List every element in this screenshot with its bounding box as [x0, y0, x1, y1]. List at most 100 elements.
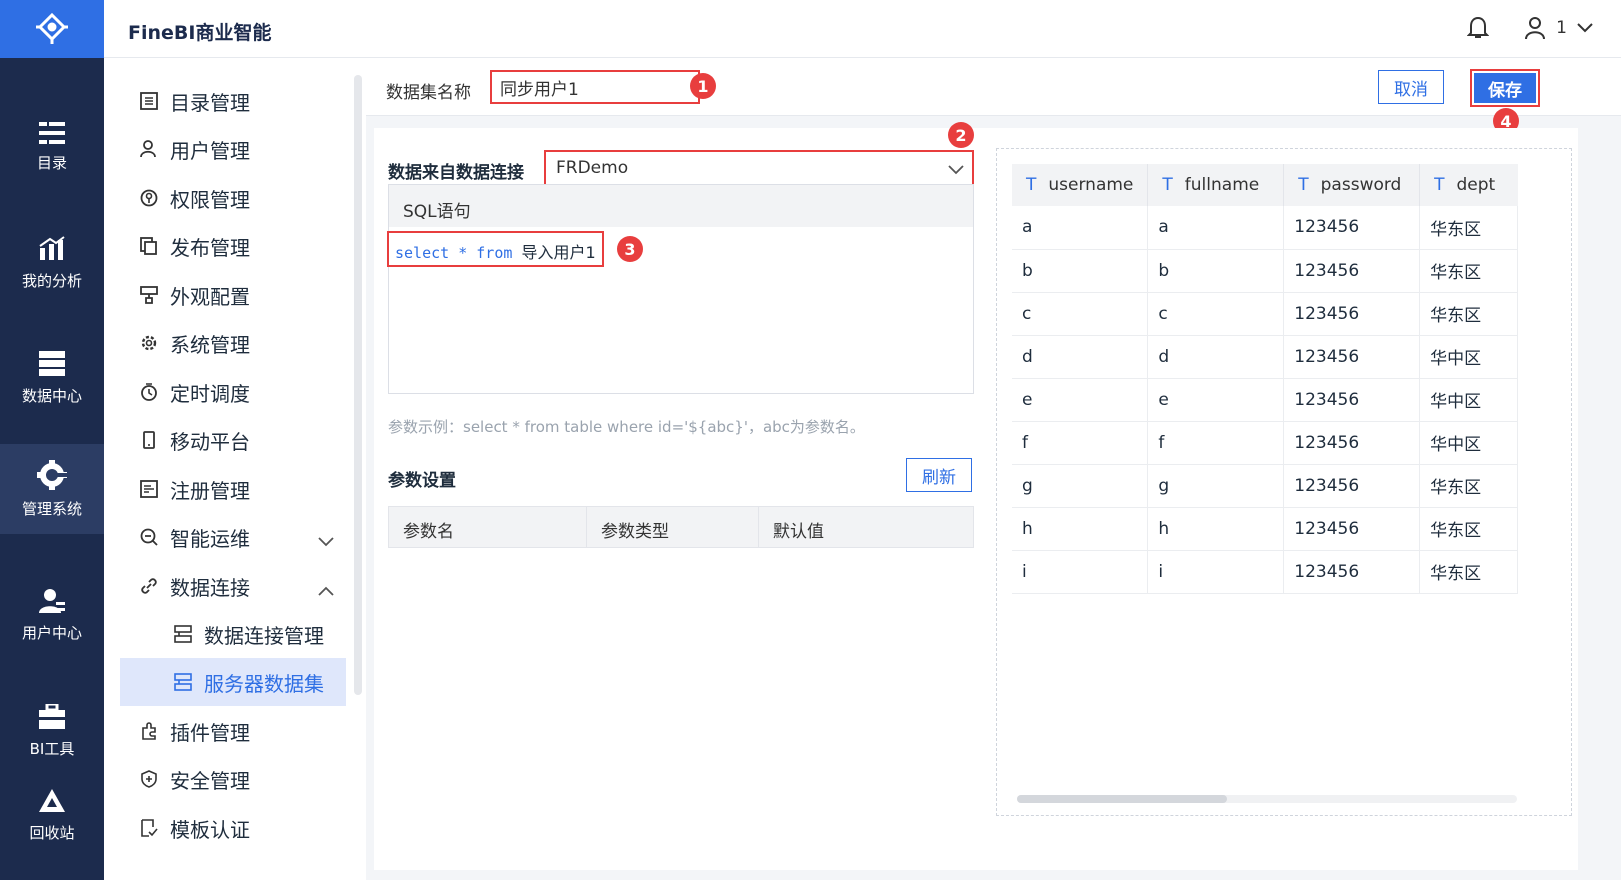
menu-label: 插件管理 — [170, 720, 250, 745]
user-icon — [1525, 17, 1546, 40]
publish-icon — [138, 235, 160, 257]
dataset-name-input[interactable] — [490, 70, 700, 104]
user-name: 1 — [1556, 18, 1567, 38]
user-menu[interactable]: 1 — [1524, 16, 1593, 40]
analysis-chart-icon — [39, 235, 65, 260]
menu-label: 发布管理 — [170, 235, 250, 260]
rail-item-catalog[interactable]: 目录 — [0, 102, 104, 192]
save-button[interactable]: 保存 — [1474, 73, 1536, 103]
mobile-icon — [138, 429, 160, 451]
recycle-icon — [39, 788, 65, 812]
refresh-button[interactable]: 刷新 — [906, 458, 972, 492]
sql-statement[interactable]: select * from 导入用户1 — [387, 231, 604, 267]
rail-item-recycle-bin[interactable]: 回收站 — [0, 770, 104, 860]
management-menu: 目录管理 用户管理 权限管理 发布管理 外观配置 系统管理 定时调度 移动平台 — [104, 58, 354, 880]
table-cell: 华东区 — [1419, 464, 1518, 508]
menu-item-server-dataset[interactable]: 服务器数据集 — [120, 658, 346, 706]
table-cell: d — [1147, 335, 1285, 379]
table-cell: c — [1147, 292, 1285, 336]
chevron-up-icon — [318, 577, 334, 601]
nav-rail: 目录 我的分析 数据中心 管理系统 用户中心 BI工具 回收站 — [0, 0, 104, 880]
table-cell: e — [1012, 378, 1149, 422]
table-cell: b — [1012, 249, 1149, 293]
table-row: g g 123456 华东区 — [1012, 464, 1518, 508]
text-type-icon: T — [1434, 175, 1445, 195]
table-cell: a — [1147, 206, 1285, 250]
menu-item-system[interactable]: 系统管理 — [120, 320, 346, 366]
table-cell: 123456 — [1283, 335, 1421, 379]
sql-keyword-from: from — [476, 244, 513, 262]
table-cell: 华中区 — [1419, 378, 1518, 422]
table-cell: 华中区 — [1419, 335, 1518, 379]
rail-item-bi-tools[interactable]: BI工具 — [0, 686, 104, 776]
menu-item-catalog[interactable]: 目录管理 — [120, 78, 346, 124]
rail-item-user-center[interactable]: 用户中心 — [0, 570, 104, 660]
sql-config-panel: 数据来自数据连接 FRDemo 2 SQL语句 select * from 导入… — [374, 122, 984, 870]
callout-badge-3: 3 — [617, 236, 643, 262]
table-cell: 123456 — [1283, 249, 1421, 293]
chevron-down-icon — [1577, 23, 1593, 33]
menu-scrollbar[interactable] — [354, 75, 362, 695]
notification-bell-icon[interactable] — [1466, 16, 1490, 45]
menu-item-users[interactable]: 用户管理 — [120, 126, 346, 172]
menu-item-connection-manage[interactable]: 数据连接管理 — [120, 611, 346, 657]
table-cell: 123456 — [1283, 550, 1421, 594]
table-cell: 123456 — [1283, 464, 1421, 508]
column-header[interactable]: Tpassword — [1283, 164, 1421, 206]
table-row: h h 123456 华东区 — [1012, 507, 1518, 551]
sql-keyword-select: select — [395, 244, 450, 262]
rail-item-data-center[interactable]: 数据中心 — [0, 333, 104, 423]
menu-item-schedule[interactable]: 定时调度 — [120, 369, 346, 415]
logo[interactable] — [0, 0, 104, 58]
column-header[interactable]: Tusername — [1012, 164, 1149, 206]
menu-item-plugins[interactable]: 插件管理 — [120, 708, 346, 754]
register-icon — [138, 478, 160, 500]
text-type-icon: T — [1298, 175, 1309, 195]
param-col-default: 默认值 — [773, 522, 824, 542]
menu-label: 智能运维 — [170, 526, 250, 551]
menu-item-smart-ops[interactable]: 智能运维 — [120, 514, 346, 560]
table-cell: h — [1147, 507, 1285, 551]
app-title: FineBI商业智能 — [128, 22, 272, 44]
permission-icon — [138, 187, 160, 209]
menu-item-data-connection[interactable]: 数据连接 — [120, 563, 346, 609]
rail-label: 管理系统 — [21, 499, 82, 518]
save-button-highlight: 保存 — [1470, 69, 1540, 107]
main-content: 数据集名称 1 取消 保存 4 数据来自数据连接 FRDemo 2 SQL语句 … — [366, 58, 1621, 880]
chevron-down-icon — [948, 160, 964, 180]
menu-item-security[interactable]: 安全管理 — [120, 756, 346, 802]
menu-item-publish[interactable]: 发布管理 — [120, 223, 346, 269]
app-root: 目录 我的分析 数据中心 管理系统 用户中心 BI工具 回收站 FineBI商业… — [0, 0, 1621, 880]
table-cell: 华东区 — [1419, 507, 1518, 551]
list-icon — [39, 121, 65, 144]
table-cell: g — [1012, 464, 1149, 508]
preview-panel: Tusername Tfullname Tpassword Tdept a a 12… — [984, 128, 1578, 870]
menu-item-template-cert[interactable]: 模板认证 — [120, 805, 346, 851]
column-header[interactable]: Tfullname — [1147, 164, 1285, 206]
connection-label: 数据来自数据连接 — [388, 163, 524, 183]
timer-icon — [138, 381, 160, 403]
menu-item-mobile[interactable]: 移动平台 — [120, 417, 346, 463]
table-cell: b — [1147, 249, 1285, 293]
rail-item-management[interactable]: 管理系统 — [0, 444, 104, 534]
menu-item-permission[interactable]: 权限管理 — [120, 175, 346, 221]
menu-item-register[interactable]: 注册管理 — [120, 466, 346, 512]
table-row: c c 123456 华东区 — [1012, 292, 1518, 336]
menu-label: 数据连接管理 — [204, 623, 324, 648]
rail-item-my-analysis[interactable]: 我的分析 — [0, 218, 104, 308]
table-cell: h — [1012, 507, 1149, 551]
column-header[interactable]: Tdept — [1419, 164, 1518, 206]
connection-select[interactable]: FRDemo — [544, 150, 974, 186]
param-hint: 参数示例：select * from table where id='${abc… — [388, 418, 865, 436]
preview-table: Tusername Tfullname Tpassword Tdept a a 12… — [1012, 164, 1518, 594]
param-col-type: 参数类型 — [587, 507, 759, 547]
cancel-button[interactable]: 取消 — [1378, 70, 1444, 104]
table-cell: i — [1012, 550, 1149, 594]
menu-item-appearance[interactable]: 外观配置 — [120, 272, 346, 318]
sql-editor[interactable]: SQL语句 select * from 导入用户1 3 — [387, 184, 974, 394]
rail-label: 我的分析 — [21, 271, 82, 290]
scrollbar-thumb[interactable] — [1017, 795, 1227, 803]
rail-label: 目录 — [36, 153, 67, 172]
link-icon — [138, 575, 160, 597]
preview-hscrollbar[interactable] — [1017, 795, 1517, 803]
